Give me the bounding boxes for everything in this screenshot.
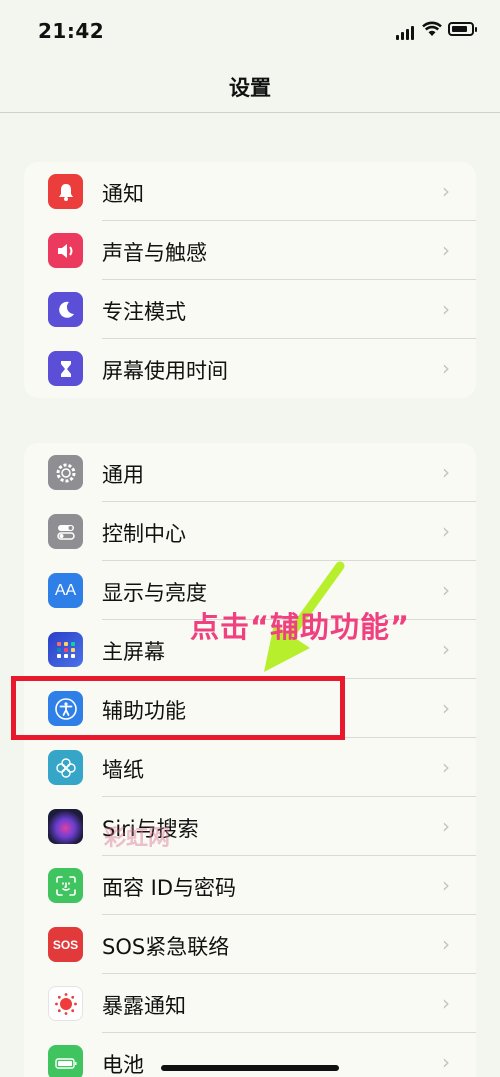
row-label: 声音与触感: [102, 241, 207, 265]
chevron-right-icon: ›: [442, 637, 450, 661]
toggles-icon: [48, 514, 83, 549]
status-bar: 21:42: [0, 0, 500, 60]
battery-status-icon: [448, 22, 477, 36]
wifi-icon: [422, 21, 442, 36]
settings-row-general[interactable]: 通用 ›: [24, 443, 476, 502]
row-label: 屏幕使用时间: [102, 359, 228, 383]
chevron-right-icon: ›: [442, 814, 450, 838]
text-size-icon: AA: [48, 573, 83, 608]
hourglass-icon: [48, 351, 83, 386]
chevron-right-icon: ›: [442, 755, 450, 779]
settings-row-siri-search[interactable]: Siri与搜索 ›: [24, 797, 476, 856]
chevron-right-icon: ›: [442, 1050, 450, 1074]
chevron-right-icon: ›: [442, 578, 450, 602]
flower-icon: [48, 750, 83, 785]
speaker-icon: [48, 233, 83, 268]
settings-row-emergency-sos[interactable]: SOS SOS紧急联络 ›: [24, 915, 476, 974]
face-id-icon: [48, 868, 83, 903]
settings-group-2: 通用 › 控制中心 › AA 显示与亮度 › 主屏幕 › 辅助功能 › 墙纸 ›…: [24, 443, 476, 1077]
settings-row-wallpaper[interactable]: 墙纸 ›: [24, 738, 476, 797]
row-label: 暴露通知: [102, 994, 186, 1018]
chevron-right-icon: ›: [442, 519, 450, 543]
settings-row-screen-time[interactable]: 屏幕使用时间 ›: [24, 339, 476, 398]
settings-row-control-center[interactable]: 控制中心 ›: [24, 502, 476, 561]
chevron-right-icon: ›: [442, 932, 450, 956]
home-indicator[interactable]: [161, 1065, 339, 1071]
row-label: 通用: [102, 463, 144, 487]
page-title: 设置: [229, 76, 271, 100]
bell-icon: [48, 174, 83, 209]
gear-icon: [48, 455, 83, 490]
row-label: 专注模式: [102, 300, 186, 324]
navigation-bar: 设置: [0, 60, 500, 113]
siri-icon: [48, 809, 83, 844]
row-label: 通知: [102, 182, 144, 206]
settings-row-face-id-passcode[interactable]: 面容 ID与密码 ›: [24, 856, 476, 915]
home-grid-icon: [48, 632, 83, 667]
moon-icon: [48, 292, 83, 327]
chevron-right-icon: ›: [442, 238, 450, 262]
settings-row-notifications[interactable]: 通知 ›: [24, 162, 476, 221]
row-label: 面容 ID与密码: [102, 876, 237, 900]
annotation-text: 点击“辅助功能”: [190, 610, 411, 644]
chevron-right-icon: ›: [442, 460, 450, 484]
row-label: 主屏幕: [102, 640, 165, 664]
row-label: SOS紧急联络: [102, 935, 230, 959]
chevron-right-icon: ›: [442, 696, 450, 720]
battery-icon: [48, 1045, 83, 1077]
chevron-right-icon: ›: [442, 297, 450, 321]
cellular-signal-icon: [396, 24, 414, 40]
settings-row-focus[interactable]: 专注模式 ›: [24, 280, 476, 339]
exposure-icon: [48, 986, 83, 1021]
settings-group-1: 通知 › 声音与触感 › 专注模式 › 屏幕使用时间 ›: [24, 162, 476, 398]
row-label: 控制中心: [102, 522, 186, 546]
status-time: 21:42: [38, 19, 105, 43]
chevron-right-icon: ›: [442, 991, 450, 1015]
chevron-right-icon: ›: [442, 356, 450, 380]
chevron-right-icon: ›: [442, 179, 450, 203]
chevron-right-icon: ›: [442, 873, 450, 897]
highlight-box: [11, 676, 345, 740]
row-label: 墙纸: [102, 758, 144, 782]
settings-row-exposure-notifications[interactable]: 暴露通知 ›: [24, 974, 476, 1033]
row-label: 显示与亮度: [102, 581, 207, 605]
watermark: 彩虹网: [104, 826, 171, 851]
settings-row-sounds[interactable]: 声音与触感 ›: [24, 221, 476, 280]
sos-icon: SOS: [48, 927, 83, 962]
row-label: 电池: [102, 1053, 144, 1077]
